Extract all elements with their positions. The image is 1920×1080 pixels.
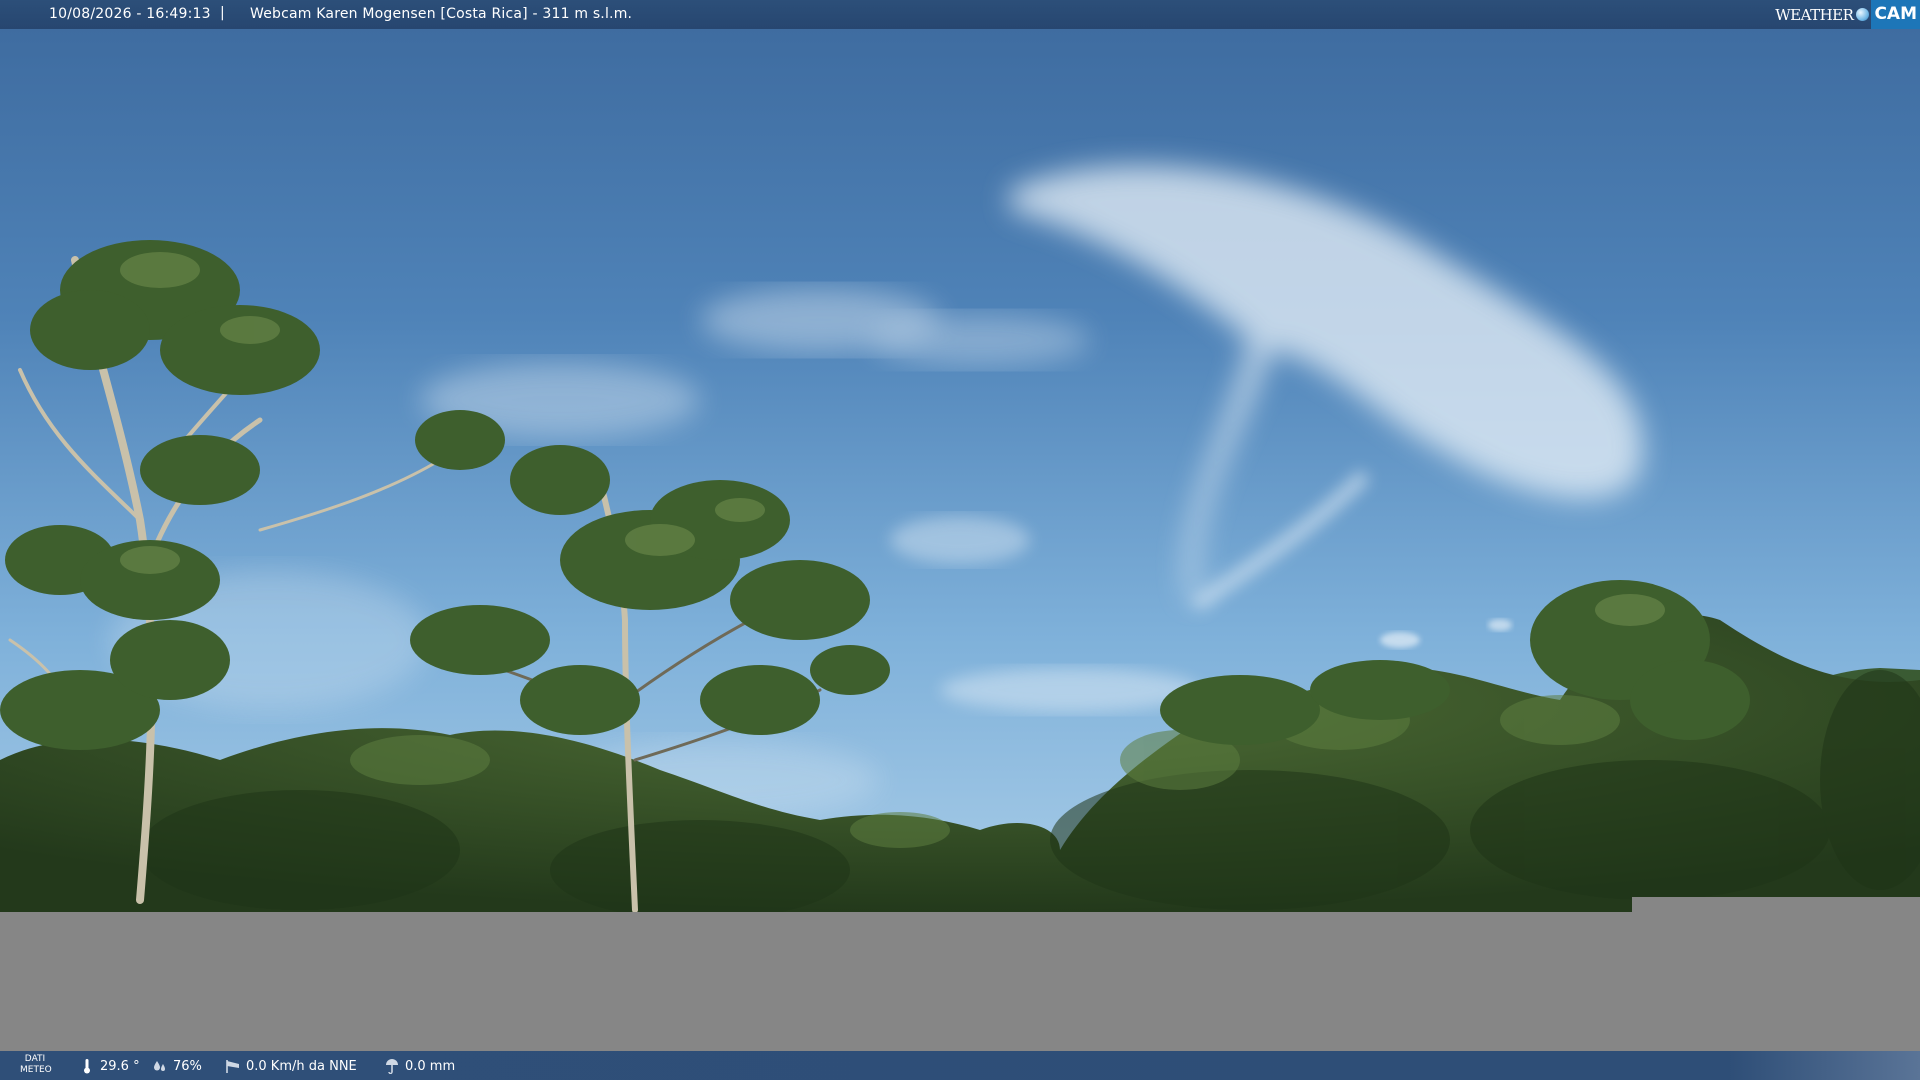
logo-globe-icon <box>1856 8 1870 21</box>
humidity-drops-icon <box>154 1061 165 1071</box>
dati-meteo-label: DATI METEO <box>20 1054 52 1076</box>
webcam-image <box>0 0 1920 1080</box>
camera-title: Webcam Karen Mogensen [Costa Rica] - 311… <box>250 6 633 22</box>
weathercam-logo: WEATHER CAM <box>1775 0 1920 29</box>
wind-readout: 0.0 Km/h da NNE <box>225 1058 357 1074</box>
header-bar: 10/08/2026 - 16:49:13 | Webcam Karen Mog… <box>0 0 1920 29</box>
logo-word-weather: WEATHER <box>1775 5 1854 24</box>
logo-word-cam: CAM <box>1871 0 1920 29</box>
wind-value: 0.0 Km/h da NNE <box>246 1058 357 1074</box>
header-separator: | <box>220 5 225 21</box>
dati-line2: METEO <box>20 1065 52 1075</box>
dati-line1: DATI <box>24 1054 46 1064</box>
rain-gauge-icon <box>386 1059 398 1074</box>
timestamp: 10/08/2026 - 16:49:13 <box>49 6 211 22</box>
gray-step <box>1632 897 1920 913</box>
temperature-value: 29.6 ° <box>100 1058 140 1074</box>
thermometer-icon <box>84 1059 90 1074</box>
humidity-value: 76% <box>173 1058 202 1074</box>
gray-lower-band <box>0 912 1920 1052</box>
wind-sock-icon <box>226 1060 239 1073</box>
temperature-readout: 29.6 ° <box>79 1058 140 1074</box>
rain-readout: 0.0 mm <box>384 1058 455 1074</box>
weather-data-bar: DATI METEO 29.6 ° 76% 0.0 Km/h da NNE 0.… <box>0 1051 1920 1080</box>
humidity-readout: 76% <box>152 1058 202 1074</box>
rain-value: 0.0 mm <box>405 1058 456 1074</box>
sky-and-trees-scene <box>0 0 1920 1052</box>
